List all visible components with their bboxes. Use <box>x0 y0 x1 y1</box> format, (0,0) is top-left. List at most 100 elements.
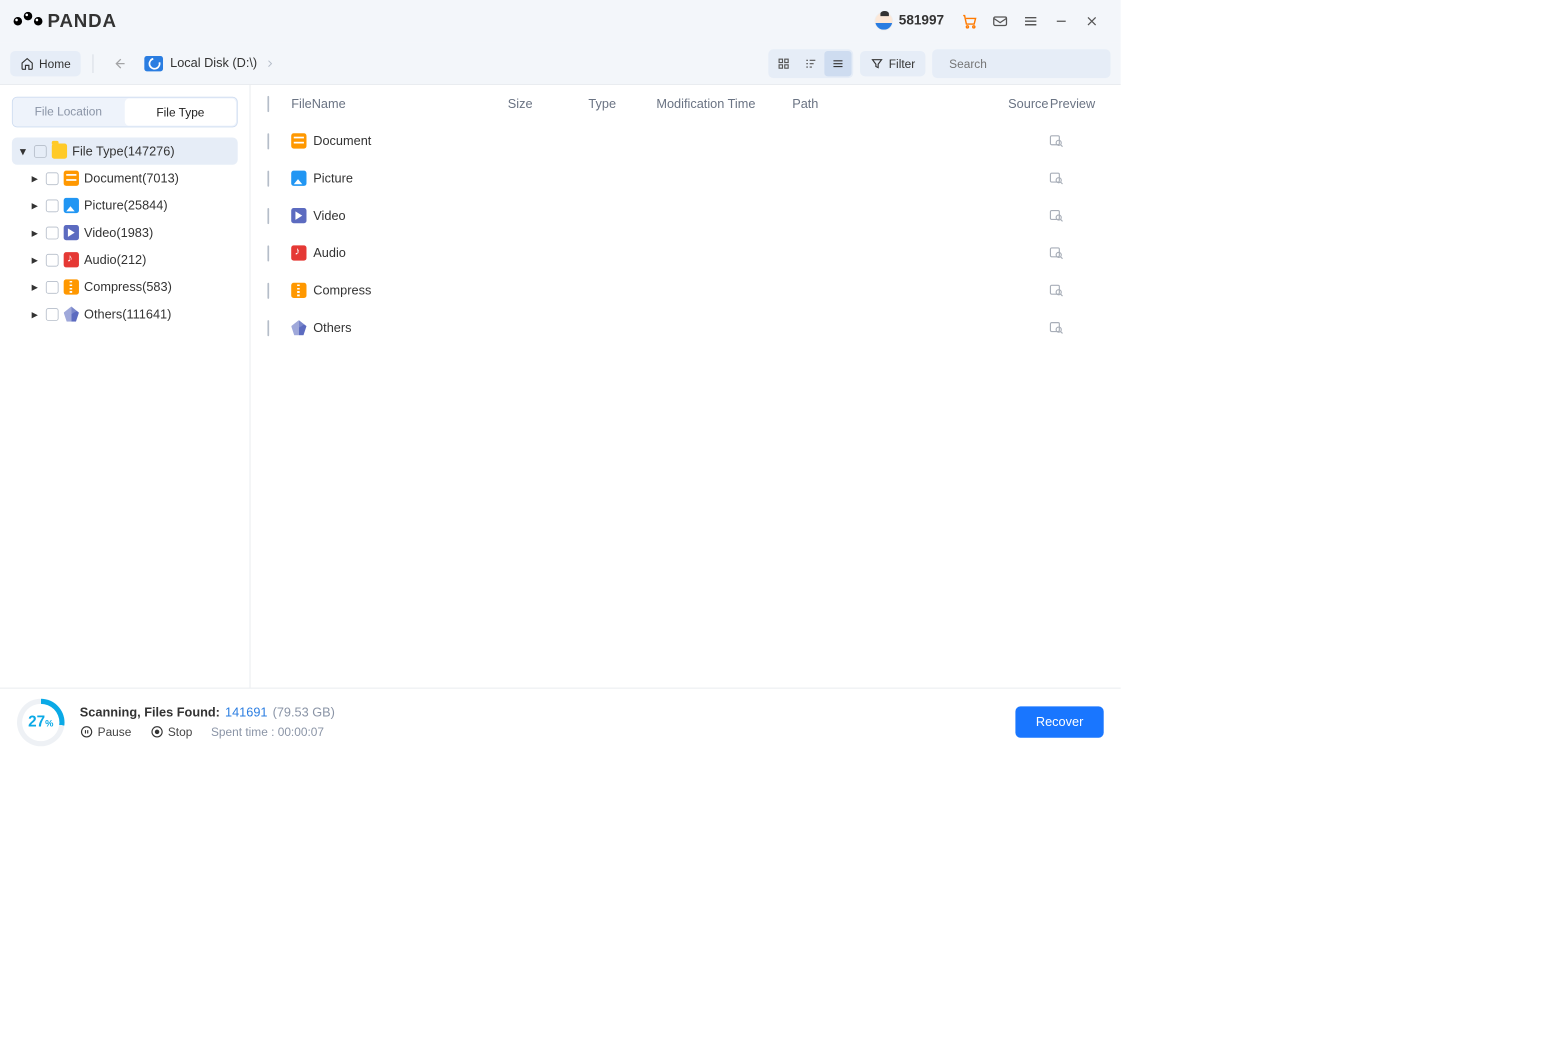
vid-icon <box>64 225 79 240</box>
tree-node-vid[interactable]: ▸Video(1983) <box>12 219 238 246</box>
caret-right-icon[interactable]: ▸ <box>29 171 41 186</box>
checkbox[interactable] <box>46 199 59 212</box>
caret-right-icon[interactable]: ▸ <box>29 252 41 267</box>
tab-file-type[interactable]: File Type <box>125 98 236 125</box>
back-button[interactable] <box>106 50 133 77</box>
row-checkbox[interactable] <box>267 282 269 298</box>
preview-icon[interactable] <box>1049 171 1096 186</box>
home-button[interactable]: Home <box>10 51 81 76</box>
app-logo: PANDA <box>14 10 117 32</box>
row-checkbox[interactable] <box>267 133 269 149</box>
header-filename[interactable]: FileName <box>291 96 508 110</box>
search-box[interactable] <box>932 49 1110 78</box>
row-checkbox[interactable] <box>267 320 269 336</box>
caret-right-icon[interactable]: ▸ <box>29 279 41 294</box>
user-id: 581997 <box>899 14 944 29</box>
header-size[interactable]: Size <box>508 96 589 110</box>
spent-time: Spent time : 00:00:07 <box>211 725 324 739</box>
sidebar-tab-switch: File Location File Type <box>12 97 238 128</box>
minimize-icon[interactable] <box>1046 6 1077 37</box>
row-checkbox[interactable] <box>267 245 269 261</box>
row-checkbox[interactable] <box>267 170 269 186</box>
tab-file-location[interactable]: File Location <box>13 98 124 127</box>
select-all-checkbox[interactable] <box>267 96 269 112</box>
header-mtime[interactable]: Modification Time <box>656 96 792 110</box>
breadcrumb[interactable]: Local Disk (D:\) <box>140 52 281 74</box>
tree-node-label: Audio(212) <box>84 253 146 267</box>
menu-icon[interactable] <box>1015 6 1046 37</box>
tree-node-oth[interactable]: ▸ Others(111641) <box>12 301 238 328</box>
zip-icon <box>64 279 79 294</box>
progress-percent: 27 <box>28 713 45 730</box>
table-row[interactable]: Document <box>250 122 1120 159</box>
tree-node-zip[interactable]: ▸ Compress(583) <box>12 273 238 300</box>
zip-icon <box>291 283 306 298</box>
view-detail-button[interactable] <box>797 51 824 76</box>
header-path[interactable]: Path <box>792 96 989 110</box>
checkbox[interactable] <box>46 226 59 239</box>
table-row[interactable]: Compress <box>250 272 1120 309</box>
cart-icon[interactable] <box>954 6 985 37</box>
filter-label: Filter <box>889 56 915 70</box>
mail-icon[interactable] <box>985 6 1016 37</box>
row-name: Video <box>313 208 345 222</box>
table-row[interactable]: Audio <box>250 234 1120 271</box>
aud-icon <box>291 245 306 260</box>
doc-icon <box>64 171 79 186</box>
view-list-button[interactable] <box>824 51 851 76</box>
tree-node-label: Document(7013) <box>84 171 179 185</box>
filter-button[interactable]: Filter <box>860 51 925 76</box>
home-label: Home <box>39 56 71 70</box>
header-source[interactable]: Source <box>989 96 1048 110</box>
checkbox[interactable] <box>46 281 59 294</box>
search-input[interactable] <box>949 56 1103 70</box>
pause-button[interactable]: Pause <box>80 725 132 739</box>
files-found-count: 141691 <box>225 706 268 720</box>
tree-node-label: Others(111641) <box>84 307 171 321</box>
preview-icon[interactable] <box>1049 208 1096 223</box>
preview-icon[interactable] <box>1049 283 1096 298</box>
checkbox[interactable] <box>46 172 59 185</box>
sidebar: File Location File Type ▾ File Type(1472… <box>0 85 250 688</box>
pic-icon <box>64 198 79 213</box>
doc-icon <box>291 133 306 148</box>
files-total-size: (79.53 GB) <box>273 706 335 720</box>
tree-node-doc[interactable]: ▸ Document(7013) <box>12 165 238 192</box>
tree-node-aud[interactable]: ▸ Audio(212) <box>12 246 238 273</box>
user-avatar[interactable] <box>868 6 899 37</box>
preview-icon[interactable] <box>1049 133 1096 148</box>
table-row[interactable]: Others <box>250 309 1120 346</box>
breadcrumb-label: Local Disk (D:\) <box>170 56 257 70</box>
recover-button[interactable]: Recover <box>1016 706 1104 737</box>
caret-right-icon[interactable]: ▸ <box>29 198 41 213</box>
checkbox[interactable] <box>46 308 59 321</box>
row-name: Audio <box>313 246 346 260</box>
stop-button[interactable]: Stop <box>150 725 192 739</box>
table-row[interactable]: Picture <box>250 160 1120 197</box>
brand-text: PANDA <box>48 10 117 32</box>
vid-icon <box>291 208 306 223</box>
tree-root[interactable]: ▾ File Type(147276) <box>12 138 238 165</box>
header-type[interactable]: Type <box>588 96 656 110</box>
view-grid-button[interactable] <box>770 51 797 76</box>
table-row[interactable]: Video <box>250 197 1120 234</box>
disk-icon <box>145 56 164 71</box>
chevron-right-icon <box>264 57 276 69</box>
preview-icon[interactable] <box>1049 245 1096 260</box>
row-checkbox[interactable] <box>267 208 269 224</box>
divider <box>93 54 94 73</box>
tree-node-label: Compress(583) <box>84 280 172 294</box>
category-tree: ▾ File Type(147276) ▸ Document(7013) ▸Pict… <box>12 138 238 328</box>
oth-icon <box>64 306 79 321</box>
caret-right-icon[interactable]: ▸ <box>29 225 41 240</box>
tree-node-pic[interactable]: ▸Picture(25844) <box>12 192 238 219</box>
preview-icon[interactable] <box>1049 320 1096 335</box>
checkbox[interactable] <box>34 145 47 158</box>
row-name: Picture <box>313 171 353 185</box>
close-icon[interactable] <box>1077 6 1108 37</box>
caret-right-icon[interactable]: ▸ <box>29 306 41 321</box>
header-preview[interactable]: Preview <box>1049 96 1096 110</box>
row-name: Compress <box>313 283 371 297</box>
checkbox[interactable] <box>46 253 59 266</box>
caret-down-icon[interactable]: ▾ <box>17 143 29 158</box>
